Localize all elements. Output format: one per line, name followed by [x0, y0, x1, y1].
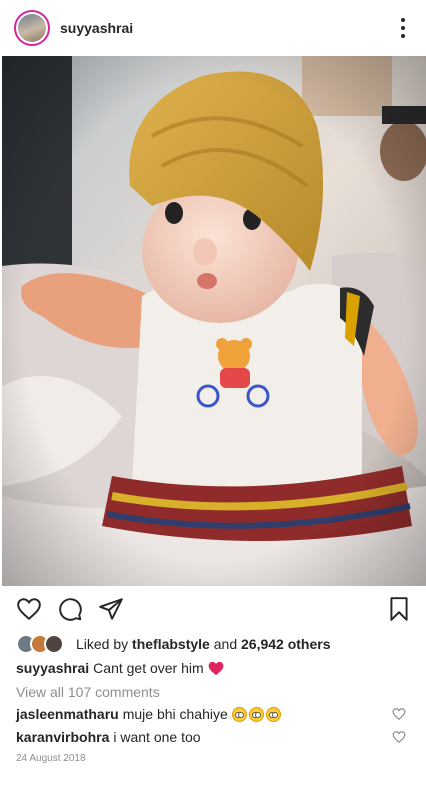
rolling-eyes-emoji-icon	[248, 706, 264, 722]
post-caption: suyyashrai Cant get over him	[16, 660, 224, 676]
avatar-image	[18, 14, 46, 42]
doll-photo-illustration	[2, 56, 426, 586]
comment-text: i want one too	[113, 729, 201, 745]
comment-row: karanvirbohra i want one too	[16, 727, 412, 747]
caption-text: Cant get over him	[93, 660, 204, 676]
caption-username[interactable]: suyyashrai	[16, 660, 89, 676]
comment-like-heart-icon[interactable]	[392, 730, 406, 744]
post-header: suyyashrai	[0, 0, 426, 56]
comment-text: muje bhi chahiye	[122, 706, 228, 722]
post-photo[interactable]	[2, 56, 426, 586]
action-bar	[0, 592, 426, 626]
liked-by-and: and	[213, 636, 238, 652]
red-heart-emoji-icon	[208, 661, 224, 675]
comment-username[interactable]: jasleenmatharu	[16, 706, 119, 722]
liked-by-user[interactable]: theflabstyle	[132, 636, 210, 652]
post-date: 24 August 2018	[16, 753, 86, 764]
liked-by-prefix: Liked by	[76, 636, 129, 652]
comment-like-heart-icon[interactable]	[392, 707, 406, 721]
comment-bubble-icon[interactable]	[57, 596, 83, 622]
post-username[interactable]: suyyashrai	[60, 20, 133, 36]
liker-avatar	[44, 634, 64, 654]
heart-outline-icon[interactable]	[16, 596, 42, 622]
rolling-eyes-emoji-icon	[265, 706, 281, 722]
more-vertical-icon[interactable]	[400, 18, 406, 38]
comment-row: jasleenmatharu muje bhi chahiye	[16, 704, 412, 724]
bookmark-icon[interactable]	[386, 596, 412, 622]
comment-username[interactable]: karanvirbohra	[16, 729, 109, 745]
profile-avatar[interactable]	[14, 10, 50, 46]
likes-count[interactable]: 26,942 others	[241, 636, 331, 652]
likes-summary[interactable]: Liked by theflabstyle and 26,942 others	[16, 634, 331, 654]
rolling-eyes-emoji-icon	[231, 706, 247, 722]
view-all-comments-link[interactable]: View all 107 comments	[16, 684, 160, 700]
paper-plane-icon[interactable]	[98, 596, 124, 622]
liker-avatars	[16, 634, 68, 654]
